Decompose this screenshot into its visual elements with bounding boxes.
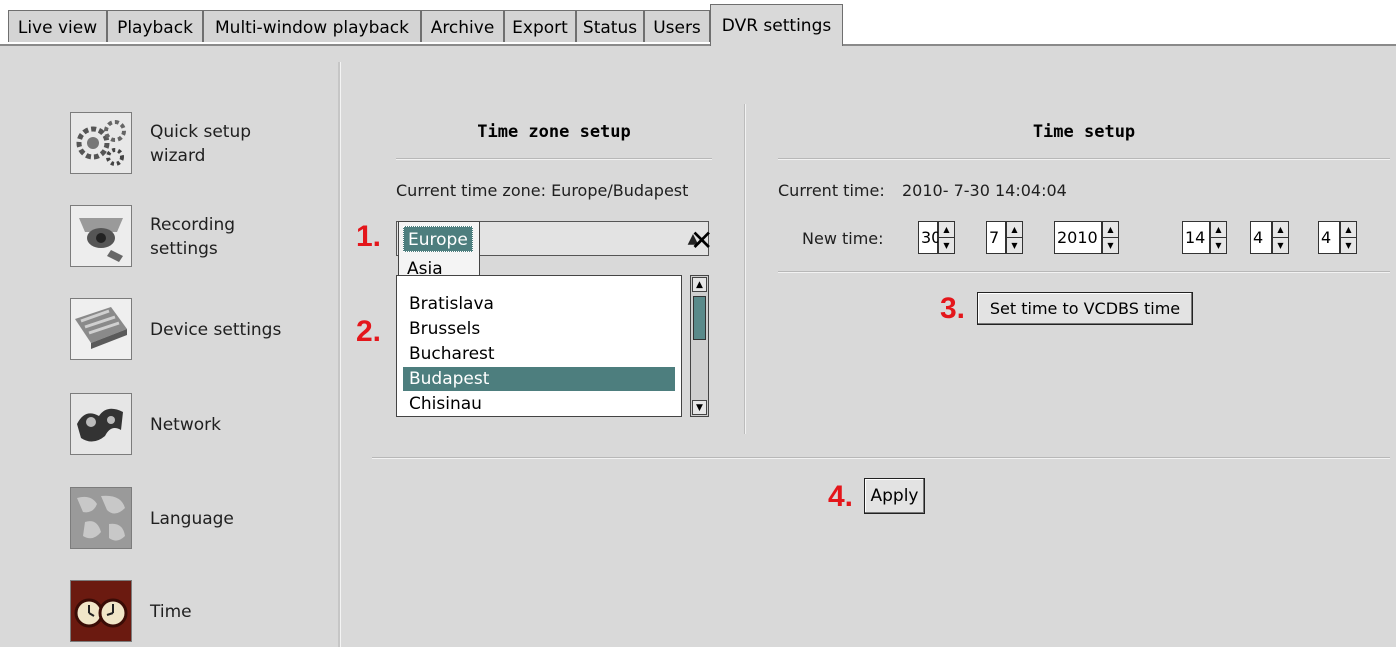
step-marker-4: 4. xyxy=(828,480,854,513)
current-timezone-label: Current time zone: Europe/Budapest xyxy=(396,181,689,200)
current-time-label: Current time: xyxy=(778,181,885,200)
spin-up-icon[interactable]: ▲ xyxy=(1273,222,1288,238)
second-spin-buttons[interactable]: ▲ ▼ xyxy=(1340,221,1357,254)
tab-users[interactable]: Users xyxy=(644,10,710,42)
spin-up-icon[interactable]: ▲ xyxy=(1007,222,1022,238)
camera-icon xyxy=(70,205,132,267)
world-map-icon xyxy=(70,487,132,549)
list-item[interactable]: Brussels xyxy=(403,317,675,341)
sidebar-item-network[interactable]: Network xyxy=(70,393,330,457)
sidebar-item-device-settings[interactable]: Device settings xyxy=(70,298,330,362)
clock-icon xyxy=(70,580,132,642)
spin-down-icon[interactable]: ▼ xyxy=(1211,238,1226,253)
bottom-divider xyxy=(372,457,1390,459)
sidebar-item-time[interactable]: Time xyxy=(70,580,330,644)
spin-up-icon[interactable]: ▲ xyxy=(1103,222,1118,238)
year-field[interactable]: 2010 xyxy=(1054,221,1102,254)
sidebar-item-label: Device settings xyxy=(150,320,282,340)
list-item[interactable]: Chisinau xyxy=(403,392,675,416)
year-spin-buttons[interactable]: ▲ ▼ xyxy=(1102,221,1119,254)
scroll-up-icon[interactable]: ▲ xyxy=(692,277,707,292)
timezone-section-title: Time zone setup xyxy=(477,122,631,142)
sidebar-item-label: Recording settings xyxy=(150,215,236,259)
sidebar-item-label: Quick setup wizard xyxy=(150,122,252,166)
hour-spin-buttons[interactable]: ▲ ▼ xyxy=(1210,221,1227,254)
list-item-selected[interactable]: Budapest xyxy=(403,367,675,391)
month-field[interactable]: 7 xyxy=(986,221,1006,254)
close-icon[interactable]: ✕ xyxy=(690,226,713,256)
apply-button[interactable]: Apply xyxy=(864,478,925,514)
city-list[interactable]: Bratislava Brussels Bucharest Budapest C… xyxy=(396,275,682,417)
list-item[interactable]: Bucharest xyxy=(403,342,675,366)
day-field[interactable]: 30 xyxy=(918,221,941,254)
sidebar-item-language[interactable]: Language xyxy=(70,487,330,551)
second-field[interactable]: 4 xyxy=(1318,221,1340,254)
minute-spin-buttons[interactable]: ▲ ▼ xyxy=(1272,221,1289,254)
sidebar-item-label: Time xyxy=(150,602,192,622)
tab-bar: Live view Playback Multi-window playback… xyxy=(0,0,1396,48)
spin-down-icon[interactable]: ▼ xyxy=(1273,238,1288,253)
spin-down-icon[interactable]: ▼ xyxy=(1007,238,1022,253)
section-separator xyxy=(744,104,746,434)
tab-archive[interactable]: Archive xyxy=(421,10,504,42)
month-spin-buttons[interactable]: ▲ ▼ xyxy=(1006,221,1023,254)
step-marker-3: 3. xyxy=(940,292,966,325)
tab-underline xyxy=(0,44,1396,46)
sidebar-item-recording-settings[interactable]: Recording settings xyxy=(70,205,330,269)
step-marker-1: 1. xyxy=(356,220,382,253)
region-option-europe[interactable]: Europe xyxy=(403,226,473,252)
scroll-down-icon[interactable]: ▼ xyxy=(692,400,707,415)
time-divider-2 xyxy=(778,271,1390,273)
city-list-scrollbar[interactable]: ▲ ▼ xyxy=(690,275,709,417)
set-vcdbs-time-button[interactable]: Set time to VCDBS time xyxy=(977,292,1193,325)
sidebar-item-quick-setup[interactable]: Quick setup wizard xyxy=(70,112,330,176)
step-marker-2: 2. xyxy=(356,315,382,348)
day-spin-buttons[interactable]: ▲ ▼ xyxy=(938,221,955,254)
minute-field[interactable]: 4 xyxy=(1250,221,1272,254)
scroll-thumb[interactable] xyxy=(693,296,706,340)
tab-status[interactable]: Status xyxy=(576,10,644,42)
spin-down-icon[interactable]: ▼ xyxy=(1103,238,1118,253)
spin-down-icon[interactable]: ▼ xyxy=(939,238,954,253)
time-divider xyxy=(778,158,1390,160)
sidebar-separator xyxy=(338,62,341,647)
spin-up-icon[interactable]: ▲ xyxy=(1341,222,1356,238)
tab-multi-window-playback[interactable]: Multi-window playback xyxy=(203,10,421,42)
timezone-divider xyxy=(396,158,712,160)
network-puzzle-icon xyxy=(70,393,132,455)
tab-dvr-settings[interactable]: DVR settings xyxy=(710,4,843,48)
time-section-title: Time setup xyxy=(1032,122,1136,142)
sidebar-item-label: Network xyxy=(150,415,221,435)
gears-icon xyxy=(70,112,132,174)
current-time-value: 2010- 7-30 14:04:04 xyxy=(902,181,1067,200)
hour-field[interactable]: 14 xyxy=(1182,221,1210,254)
sidebar-item-label: Language xyxy=(150,509,234,529)
device-board-icon xyxy=(70,298,132,360)
spin-down-icon[interactable]: ▼ xyxy=(1341,238,1356,253)
tab-live-view[interactable]: Live view xyxy=(8,10,107,42)
spin-up-icon[interactable]: ▲ xyxy=(1211,222,1226,238)
spin-up-icon[interactable]: ▲ xyxy=(939,222,954,238)
tab-playback[interactable]: Playback xyxy=(107,10,203,42)
tab-export[interactable]: Export xyxy=(504,10,576,42)
list-item[interactable]: Bratislava xyxy=(403,292,675,316)
new-time-label: New time: xyxy=(802,229,884,248)
